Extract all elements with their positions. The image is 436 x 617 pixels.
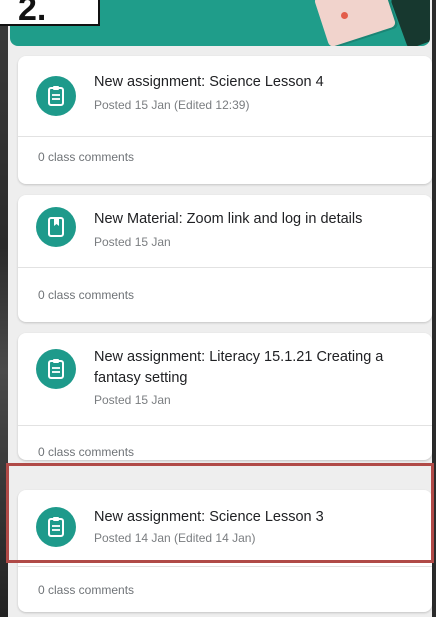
card-divider bbox=[18, 267, 432, 268]
stream-post-card[interactable]: New Material: Zoom link and log in detai… bbox=[18, 195, 432, 322]
banner-illustration-tablet bbox=[389, 0, 430, 46]
class-comments-link[interactable]: 0 class comments bbox=[38, 583, 134, 597]
card-divider bbox=[18, 425, 432, 426]
card-divider bbox=[18, 136, 432, 137]
stream-post-card[interactable]: New assignment: Science Lesson 4 Posted … bbox=[18, 56, 432, 184]
stream-post-card[interactable]: New assignment: Literacy 15.1.21 Creatin… bbox=[18, 333, 432, 460]
banner-illustration-card bbox=[313, 0, 397, 46]
assignment-icon bbox=[36, 76, 76, 116]
step-number-label: 2. bbox=[0, 0, 100, 26]
class-comments-link[interactable]: 0 class comments bbox=[38, 150, 134, 164]
card-divider bbox=[18, 566, 432, 567]
post-title[interactable]: New assignment: Science Lesson 4 bbox=[94, 72, 420, 93]
post-title[interactable]: New Material: Zoom link and log in detai… bbox=[94, 209, 420, 230]
post-meta: Posted 15 Jan (Edited 12:39) bbox=[94, 98, 250, 112]
class-comments-link[interactable]: 0 class comments bbox=[38, 288, 134, 302]
post-meta: Posted 15 Jan bbox=[94, 235, 171, 249]
post-title[interactable]: New assignment: Literacy 15.1.21 Creatin… bbox=[94, 347, 420, 389]
highlight-box bbox=[6, 463, 434, 563]
banner-illustration-dot bbox=[341, 12, 348, 19]
class-comments-link[interactable]: 0 class comments bbox=[38, 445, 134, 459]
material-icon bbox=[36, 207, 76, 247]
assignment-icon bbox=[36, 349, 76, 389]
post-meta: Posted 15 Jan bbox=[94, 393, 171, 407]
